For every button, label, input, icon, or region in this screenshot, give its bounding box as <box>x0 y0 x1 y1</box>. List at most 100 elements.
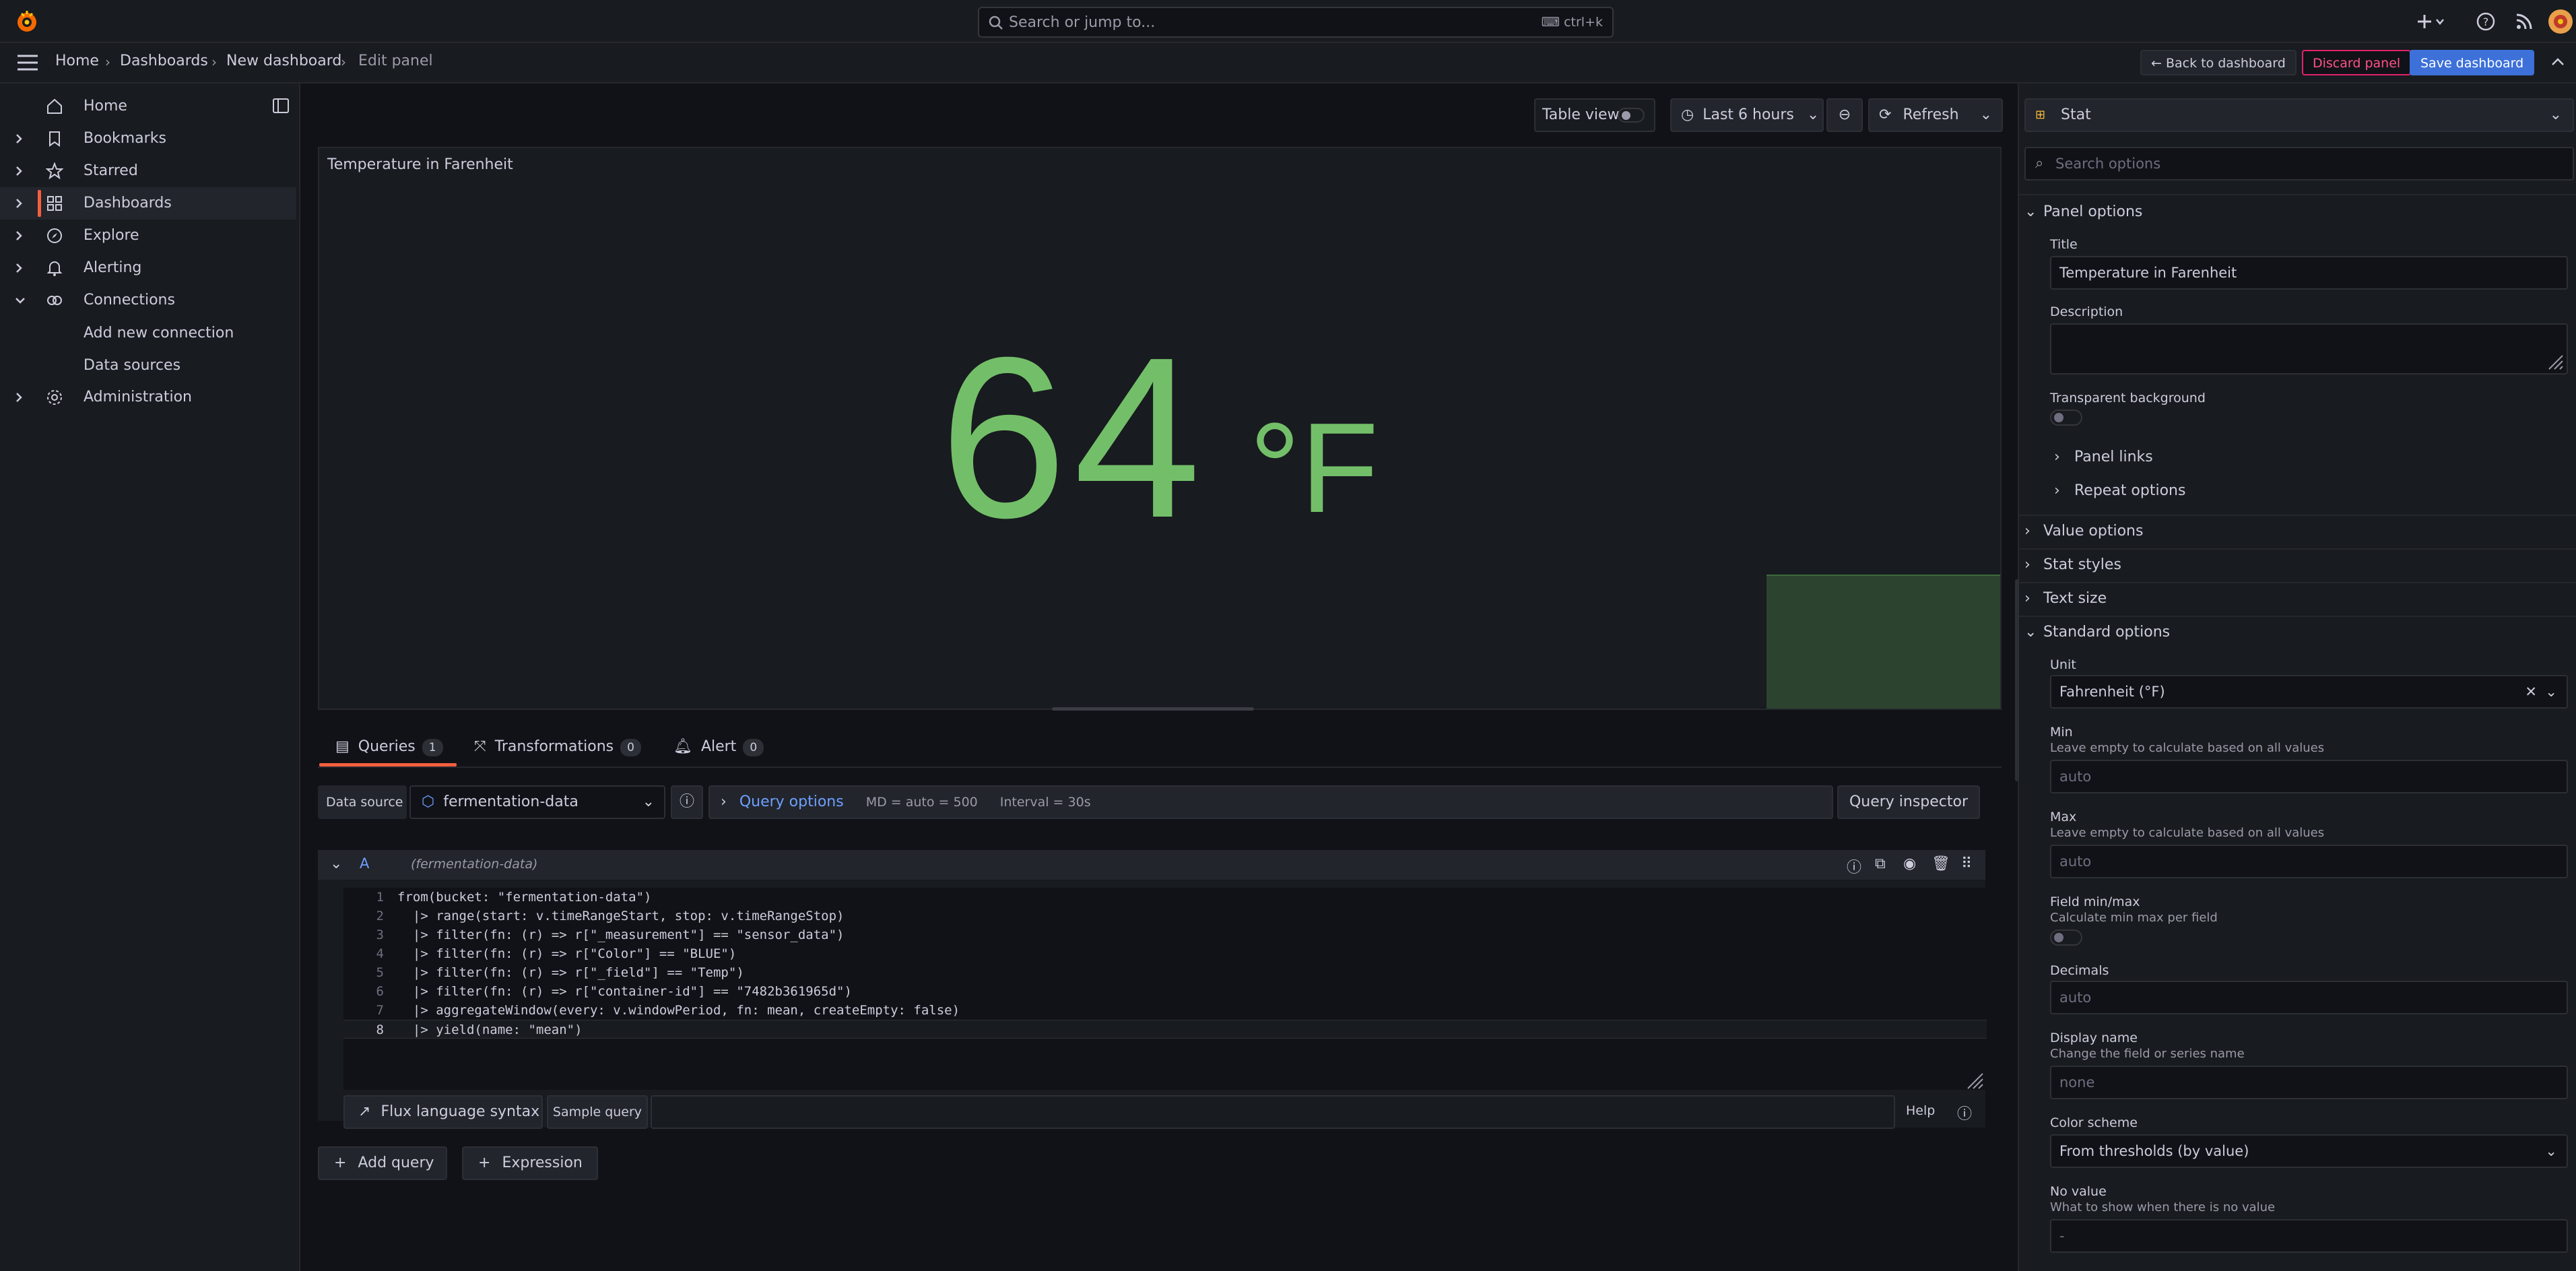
chevron-right-icon: › <box>2054 482 2060 499</box>
tab-alert[interactable]: 🔔︎ Alert 0 <box>673 738 764 756</box>
chevron-down-icon: ⌄ <box>2024 624 2037 641</box>
no-value-description: What to show when there is no value <box>2050 1200 2276 1214</box>
flux-syntax-link[interactable]: ↗ Flux language syntax <box>343 1095 543 1129</box>
breadcrumb-separator: › <box>341 54 346 70</box>
query-options-bar[interactable]: › Query options MD = auto = 500 Interval… <box>708 785 1833 819</box>
transparent-background-label: Transparent background <box>2050 391 2206 405</box>
data-source-picker[interactable]: ⬡ fermentation-data ⌄ <box>409 785 665 819</box>
menu-toggle-icon[interactable] <box>16 53 39 77</box>
sidebar-item-explore[interactable]: Explore <box>0 220 296 252</box>
delete-query-icon[interactable]: 🗑︎ <box>1931 855 1950 872</box>
table-view-toggle[interactable]: Table view <box>1534 98 1655 132</box>
decimals-label: Decimals <box>2050 963 2109 978</box>
news-feed-icon[interactable] <box>2513 11 2535 32</box>
resize-handle-icon[interactable] <box>2548 354 2564 370</box>
transparent-background-switch[interactable] <box>2050 410 2082 426</box>
code-line: 4 |> filter(fn: (r) => r["Color"] == "BL… <box>376 946 737 961</box>
color-scheme-select[interactable]: From thresholds (by value) ⌄ <box>2050 1134 2568 1168</box>
chevron-down-icon: ⌄ <box>1806 106 1820 123</box>
clear-icon[interactable]: ✕ <box>2525 676 2537 707</box>
repeat-options-section[interactable]: › Repeat options <box>2054 482 2185 499</box>
help-info-icon[interactable]: ⓘ <box>1957 1102 1972 1123</box>
query-inspector-button[interactable]: Query inspector <box>1837 785 1980 819</box>
sidebar-item-alerting[interactable]: Alerting <box>0 252 296 284</box>
refresh-icon: ⟳ <box>1879 106 1892 123</box>
search-placeholder: Search or jump to... <box>1009 14 1156 31</box>
add-new-icon[interactable] <box>2418 11 2444 32</box>
sidebar-item-home[interactable]: Home <box>0 90 296 123</box>
stat-value: 64 <box>939 310 1208 566</box>
editor-resize-handle[interactable] <box>1965 1071 1984 1094</box>
back-to-dashboard-button[interactable]: ← Back to dashboard <box>2140 50 2297 75</box>
section-value-options[interactable]: › Value options <box>2024 523 2143 540</box>
influxdb-icon: ⬡ <box>422 793 435 810</box>
data-source-help-button[interactable]: ⓘ <box>671 785 703 819</box>
help-link[interactable]: Help <box>1906 1103 1935 1118</box>
time-range-picker[interactable]: ◷ Last 6 hours ⌄ <box>1670 98 1824 132</box>
hide-query-icon[interactable]: ◉ <box>1903 855 1916 872</box>
database-icon: ▤ <box>335 738 350 755</box>
breadcrumb-new-dashboard[interactable]: New dashboard <box>226 53 341 69</box>
chevron-down-icon: ⌄ <box>2024 203 2037 220</box>
query-header: ⌄ A (fermentation-data) ⓘ ⧉ ◉ 🗑︎ ⠿ <box>318 850 1985 880</box>
tab-queries[interactable]: ▤ Queries 1 <box>335 738 443 756</box>
breadcrumb-home[interactable]: Home <box>55 53 99 69</box>
arrow-left-icon: ← <box>2151 56 2162 71</box>
drag-handle-icon[interactable]: ⠿ <box>1961 855 1972 872</box>
bell-icon <box>46 259 63 281</box>
query-ref-id[interactable]: A <box>360 855 369 872</box>
options-pane-splitter[interactable] <box>2015 579 2019 781</box>
collapse-header-icon[interactable] <box>2550 54 2566 74</box>
global-search-input[interactable]: Search or jump to... ⌨ ctrl+k <box>978 7 1614 38</box>
sidebar-item-connections[interactable]: Connections <box>0 284 296 317</box>
section-text-size[interactable]: › Text size <box>2024 590 2107 607</box>
sidebar-item-bookmarks[interactable]: Bookmarks <box>0 123 296 155</box>
title-input[interactable]: Temperature in Farenheit <box>2050 256 2568 290</box>
max-label: Max <box>2050 810 2077 824</box>
display-name-input[interactable]: none <box>2050 1066 2568 1099</box>
description-textarea[interactable] <box>2050 323 2568 374</box>
section-standard-options[interactable]: ⌄ Standard options <box>2024 624 2170 641</box>
visualization-picker[interactable]: ⊞ Stat ⌄ <box>2024 98 2574 132</box>
add-query-button[interactable]: + Add query <box>318 1146 447 1180</box>
collapse-query-icon[interactable]: ⌄ <box>330 855 342 872</box>
decimals-input[interactable]: auto <box>2050 981 2568 1014</box>
panel-title: Temperature in Farenheit <box>327 156 513 173</box>
options-search-input[interactable]: ⌕ Search options <box>2024 147 2574 181</box>
duplicate-query-icon[interactable]: ⧉ <box>1875 855 1886 872</box>
no-value-input[interactable]: - <box>2050 1219 2568 1253</box>
user-avatar[interactable] <box>2548 9 2573 34</box>
sidebar-subitem-add-new-connection[interactable]: Add new connection <box>84 325 234 341</box>
help-icon[interactable]: ? <box>2475 11 2497 32</box>
sidebar-item-starred[interactable]: Starred <box>0 155 296 187</box>
field-minmax-switch[interactable] <box>2050 930 2082 946</box>
min-input[interactable]: auto <box>2050 760 2568 793</box>
query-footer-spacer <box>651 1095 1895 1129</box>
section-panel-options[interactable]: ⌄ Panel options <box>2024 203 2142 220</box>
dashboards-icon <box>46 195 63 216</box>
breadcrumb-dashboards[interactable]: Dashboards <box>120 53 208 69</box>
stat-viz-icon: ⊞ <box>2035 108 2046 122</box>
sidebar-subitem-data-sources[interactable]: Data sources <box>84 357 180 374</box>
zoom-out-button[interactable]: ⊖ <box>1826 98 1863 132</box>
no-value-label: No value <box>2050 1184 2107 1199</box>
table-view-switch[interactable] <box>1618 108 1645 123</box>
grafana-logo-icon[interactable] <box>13 8 40 35</box>
discard-panel-button[interactable]: Discard panel <box>2302 50 2412 75</box>
add-expression-button[interactable]: + Expression <box>462 1146 598 1180</box>
unit-select[interactable]: Fahrenheit (°F) ✕ ⌄ <box>2050 675 2568 709</box>
sidebar-item-dashboards[interactable]: Dashboards <box>0 187 296 220</box>
pane-resize-handle[interactable] <box>1052 707 1254 711</box>
section-stat-styles[interactable]: › Stat styles <box>2024 556 2121 573</box>
refresh-button[interactable]: ⟳ Refresh ⌄ <box>1868 98 2003 132</box>
bell-icon: 🔔︎ <box>673 738 692 755</box>
panel-links-section[interactable]: › Panel links <box>2054 449 2153 465</box>
tab-transformations[interactable]: ⤧ Transformations 0 <box>474 738 641 756</box>
query-help-icon[interactable]: ⓘ <box>1847 855 1861 877</box>
flux-code-editor[interactable]: 1 from(bucket: "fermentation-data") 2 |> … <box>343 888 1987 1090</box>
max-input[interactable]: auto <box>2050 845 2568 878</box>
sidebar-item-administration[interactable]: Administration <box>0 381 296 414</box>
save-dashboard-button[interactable]: Save dashboard <box>2410 50 2535 75</box>
sample-query-select[interactable]: Sample query <box>547 1095 648 1129</box>
info-icon: ⓘ <box>679 793 694 810</box>
